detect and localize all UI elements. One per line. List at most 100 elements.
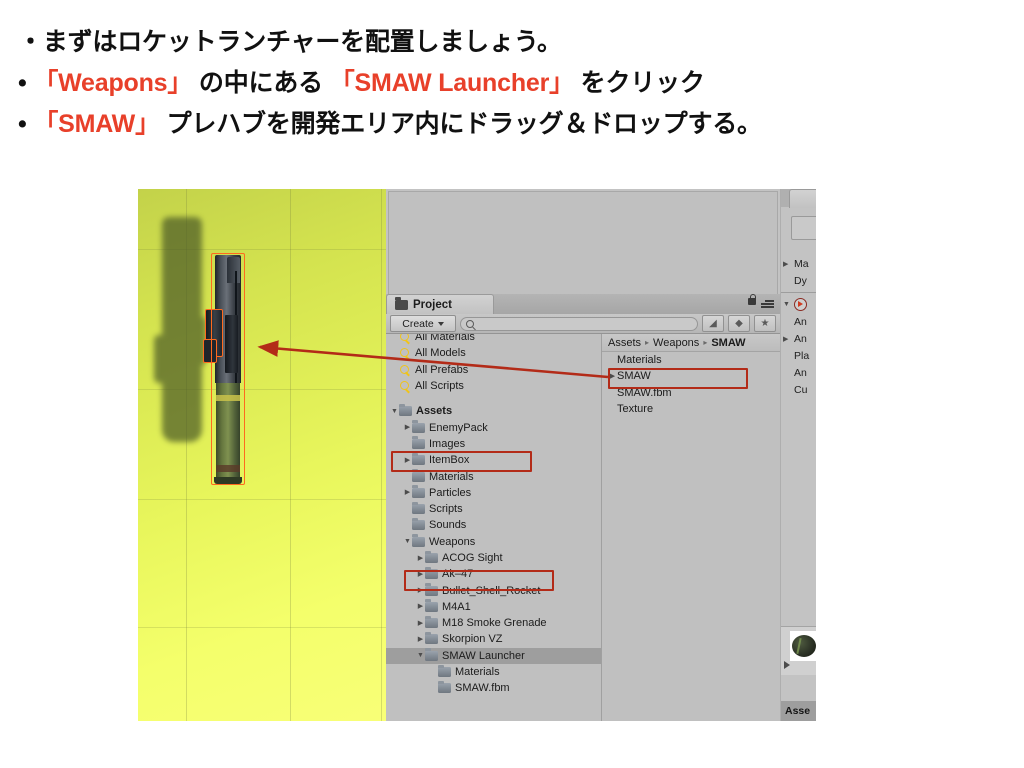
inspector-row[interactable]: ▶ Ma bbox=[781, 255, 816, 272]
disclosure-triangle-icon[interactable]: ▶ bbox=[403, 424, 412, 431]
tree-item-label: Particles bbox=[429, 486, 472, 499]
search-field[interactable] bbox=[478, 317, 697, 330]
disclosure-triangle-icon[interactable]: ▶ bbox=[416, 555, 425, 562]
inspector-row[interactable]: An bbox=[781, 364, 816, 381]
bullet-marker: • bbox=[18, 69, 27, 97]
inspector-row-label: An bbox=[794, 315, 807, 328]
folder-icon bbox=[425, 583, 438, 596]
disclosure-triangle-icon[interactable]: ▶ bbox=[403, 489, 412, 496]
inspector-field-stub[interactable] bbox=[791, 216, 816, 240]
tab-project[interactable]: Project bbox=[386, 294, 494, 314]
panel-menu-icon[interactable] bbox=[761, 300, 774, 308]
play-icon[interactable] bbox=[794, 298, 807, 311]
disclosure-triangle-icon[interactable]: ▼ bbox=[390, 408, 399, 415]
object-filter-icon[interactable]: ◢ bbox=[702, 315, 724, 332]
project-contents-column[interactable]: Assets ▸ Weapons ▸ SMAW Materials ▶ SMAW SM… bbox=[601, 334, 781, 721]
tree-item-label: Ak–47 bbox=[442, 568, 474, 581]
inspector-row-label: Pla bbox=[794, 349, 810, 362]
tree-item-itembox[interactable]: ▶ ItemBox bbox=[386, 452, 601, 468]
breadcrumb-weapons[interactable]: Weapons bbox=[653, 337, 699, 349]
tree-item-bullet-shell-rocket[interactable]: ▶ Bullet_Shell_Rocket bbox=[386, 582, 601, 598]
empty-editor-panel-inner bbox=[388, 191, 778, 297]
disclosure-triangle-icon[interactable]: ▼ bbox=[783, 301, 791, 308]
favorite-star-icon[interactable]: ★ bbox=[754, 315, 776, 332]
bullet-2-smaw-launcher-label: 「SMAW Launcher」 bbox=[329, 69, 574, 97]
search-icon bbox=[399, 334, 411, 343]
lock-icon[interactable] bbox=[748, 294, 757, 305]
project-body: All Materials All Models All Prefabs All Sc… bbox=[386, 334, 781, 721]
disclosure-triangle-icon[interactable]: ▶ bbox=[416, 603, 425, 610]
inspector-row[interactable]: ▶ An bbox=[781, 330, 816, 347]
bullet-line-1: ・まずはロケットランチャーを配置しましょう。 bbox=[18, 22, 1024, 63]
create-button[interactable]: Create bbox=[390, 315, 456, 332]
favorite-item[interactable]: All Scripts bbox=[386, 378, 601, 394]
tree-item-smaw-fbm[interactable]: SMAW.fbm bbox=[386, 680, 601, 696]
asset-tree-list: ▼ Assets ▶ EnemyPack Images ▶ ItemBox Materials… bbox=[386, 394, 601, 696]
content-item-label: SMAW.fbm bbox=[617, 386, 672, 399]
tree-item-skorpion-vz[interactable]: ▶ Skorpion VZ bbox=[386, 631, 601, 647]
content-item-smaw[interactable]: ▶ SMAW bbox=[602, 368, 781, 384]
disclosure-triangle-icon[interactable]: ▶ bbox=[403, 457, 412, 464]
preview-expand-icon[interactable] bbox=[784, 661, 790, 669]
disclosure-triangle-icon[interactable]: ▶ bbox=[783, 335, 791, 343]
disclosure-triangle-icon[interactable]: ▶ bbox=[416, 587, 425, 594]
smaw-launcher-model[interactable] bbox=[203, 253, 245, 485]
disclosure-triangle-icon[interactable]: ▶ bbox=[783, 260, 791, 268]
tree-item-scripts[interactable]: Scripts bbox=[386, 501, 601, 517]
inspector-row[interactable]: Cu bbox=[781, 381, 816, 398]
tree-item-m4a1[interactable]: ▶ M4A1 bbox=[386, 599, 601, 615]
tree-item-label: Images bbox=[429, 437, 466, 450]
tree-item-acog-sight[interactable]: ▶ ACOG Sight bbox=[386, 550, 601, 566]
project-window[interactable]: Project Create ◢ ◆ ★ All Materials All M… bbox=[386, 294, 781, 721]
breadcrumb-smaw[interactable]: SMAW bbox=[711, 337, 745, 349]
breadcrumb[interactable]: Assets ▸ Weapons ▸ SMAW bbox=[602, 334, 781, 352]
folder-icon bbox=[412, 517, 425, 531]
favorite-item[interactable]: All Models bbox=[386, 345, 601, 361]
favorite-item-label: All Materials bbox=[415, 334, 475, 344]
tree-item-materials[interactable]: Materials bbox=[386, 468, 601, 484]
inspector-row-label: Ma bbox=[794, 257, 809, 270]
content-item-label: Materials bbox=[617, 354, 662, 367]
tree-item-weapons[interactable]: ▼ Weapons bbox=[386, 534, 601, 550]
disclosure-triangle-icon[interactable]: ▶ bbox=[608, 372, 617, 380]
search-input[interactable] bbox=[460, 316, 698, 331]
label-filter-icon[interactable]: ◆ bbox=[728, 315, 750, 332]
tree-item-sounds[interactable]: Sounds bbox=[386, 517, 601, 533]
content-item-texture[interactable]: Texture bbox=[602, 401, 781, 417]
content-item-materials[interactable]: Materials bbox=[602, 352, 781, 368]
disclosure-triangle-icon[interactable]: ▼ bbox=[416, 652, 425, 659]
disclosure-triangle-icon[interactable]: ▶ bbox=[416, 620, 425, 627]
tree-item-materials[interactable]: Materials bbox=[386, 664, 601, 680]
disclosure-triangle-icon[interactable]: ▼ bbox=[403, 538, 412, 545]
inspector-tab-bar bbox=[781, 189, 816, 208]
tree-item-assets[interactable]: ▼ Assets bbox=[386, 403, 601, 419]
breadcrumb-separator-icon: ▸ bbox=[645, 338, 650, 347]
folder-icon bbox=[399, 403, 412, 417]
assets-bottom-tab[interactable]: Asse bbox=[781, 701, 816, 721]
content-item-smaw-fbm[interactable]: SMAW.fbm bbox=[602, 385, 781, 401]
breadcrumb-assets[interactable]: Assets bbox=[608, 337, 641, 349]
inspector-row[interactable]: Pla bbox=[781, 347, 816, 364]
inspector-row[interactable]: Dy bbox=[781, 272, 816, 289]
project-tree-column[interactable]: All Materials All Models All Prefabs All Sc… bbox=[386, 334, 601, 721]
tree-item-enemypack[interactable]: ▶ EnemyPack bbox=[386, 419, 601, 435]
disclosure-triangle-icon[interactable]: ▶ bbox=[416, 571, 425, 578]
inspector-tab-stub[interactable] bbox=[789, 189, 816, 208]
scene-view[interactable] bbox=[138, 189, 386, 721]
folder-icon bbox=[425, 648, 438, 661]
slide-bullet-list: ・まずはロケットランチャーを配置しましょう。 • 「Weapons」 の中にある… bbox=[0, 22, 1024, 145]
inspector-row[interactable]: ▼ bbox=[781, 296, 816, 313]
inspector-panel[interactable]: ▶ Ma Dy ▼ An ▶ An Pla An Cu Asse bbox=[780, 189, 816, 721]
tree-item-particles[interactable]: ▶ Particles bbox=[386, 485, 601, 501]
disclosure-triangle-icon[interactable]: ▶ bbox=[416, 636, 425, 643]
favorite-item[interactable]: All Prefabs bbox=[386, 362, 601, 378]
inspector-row[interactable]: An bbox=[781, 313, 816, 330]
launcher-shadow bbox=[154, 217, 206, 442]
tree-item-images[interactable]: Images bbox=[386, 436, 601, 452]
favorite-item[interactable]: All Materials bbox=[386, 334, 601, 345]
tree-item-m18-smoke-grenade[interactable]: ▶ M18 Smoke Grenade bbox=[386, 615, 601, 631]
tree-item-ak-47[interactable]: ▶ Ak–47 bbox=[386, 566, 601, 582]
empty-editor-panel bbox=[386, 189, 816, 301]
tree-item-smaw-launcher[interactable]: ▼ SMAW Launcher bbox=[386, 647, 601, 664]
inspector-row-label: An bbox=[794, 332, 807, 345]
